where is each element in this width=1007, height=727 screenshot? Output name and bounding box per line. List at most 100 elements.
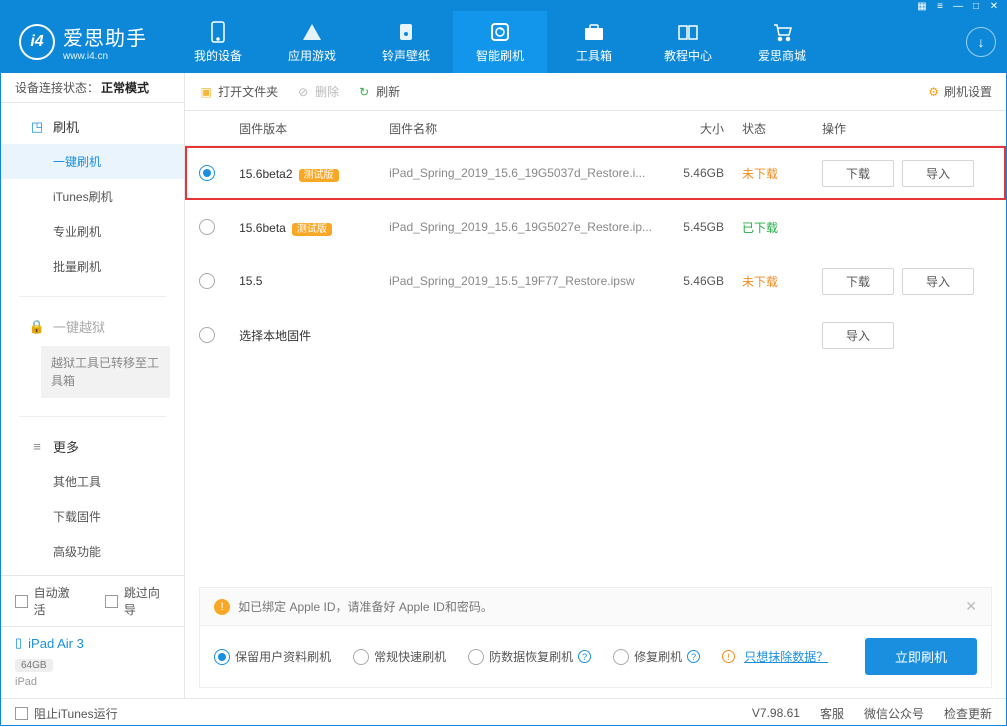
- cell-version: 15.6beta2测试版: [239, 166, 389, 181]
- flash-now-button[interactable]: 立即刷机: [865, 638, 977, 675]
- skip-wizard-label: 跳过向导: [124, 584, 170, 618]
- radio-normal-fast[interactable]: [353, 649, 369, 665]
- sidebar-head-flash[interactable]: ◳ 刷机: [1, 109, 184, 144]
- block-itunes-label: 阻止iTunes运行: [34, 705, 118, 722]
- update-link[interactable]: 检查更新: [944, 705, 992, 722]
- op-button[interactable]: 导入: [822, 322, 894, 349]
- op-button[interactable]: 下载: [822, 268, 894, 295]
- op-button[interactable]: 下载: [822, 160, 894, 187]
- service-link[interactable]: 客服: [820, 705, 844, 722]
- sidebar: 设备连接状态： 正常模式 ◳ 刷机 一键刷机 iTunes刷机 专业刷机 批量刷…: [1, 73, 185, 698]
- nav-tutorials[interactable]: 教程中心: [641, 11, 735, 73]
- table-row[interactable]: 15.5iPad_Spring_2019_15.5_19F77_Restore.…: [185, 254, 1006, 308]
- cell-size: 5.45GB: [652, 220, 742, 234]
- opt-anti-recovery[interactable]: 防数据恢复刷机 ?: [468, 648, 591, 665]
- th-size: 大小: [652, 120, 742, 137]
- cell-filename: iPad_Spring_2019_15.5_19F77_Restore.ipsw: [389, 274, 635, 288]
- sidebar-item-other-tools[interactable]: 其他工具: [1, 464, 184, 499]
- table-row[interactable]: 选择本地固件导入: [185, 308, 1006, 362]
- opt-keep-data[interactable]: 保留用户资料刷机: [214, 648, 331, 665]
- th-name: 固件名称: [389, 120, 652, 137]
- cell-status: 已下载: [742, 219, 822, 236]
- sidebar-item-batch-flash[interactable]: 批量刷机: [1, 249, 184, 284]
- cell-filename: iPad_Spring_2019_15.6_19G5027e_Restore.i…: [389, 220, 652, 234]
- logo-icon: i4: [19, 24, 55, 60]
- table-row[interactable]: 15.6beta测试版iPad_Spring_2019_15.6_19G5027…: [185, 200, 1006, 254]
- connection-status: 设备连接状态： 正常模式: [1, 73, 184, 103]
- sidebar-head-jailbreak: 🔒 一键越狱: [1, 309, 184, 344]
- nav-toolbox[interactable]: 工具箱: [547, 11, 641, 73]
- nav-store[interactable]: 爱思商城: [735, 11, 829, 73]
- row-radio[interactable]: [199, 327, 215, 343]
- sidebar-item-pro-flash[interactable]: 专业刷机: [1, 214, 184, 249]
- footer: 阻止iTunes运行 V7.98.61 客服 微信公众号 检查更新: [1, 698, 1006, 727]
- close-icon[interactable]: ✕: [988, 0, 1000, 12]
- block-itunes-checkbox[interactable]: [15, 707, 28, 720]
- open-folder-button[interactable]: ▣ 打开文件夹: [199, 83, 278, 100]
- download-manager-icon[interactable]: ↓: [966, 27, 996, 57]
- op-button[interactable]: 导入: [902, 268, 974, 295]
- device-name: iPad Air 3: [28, 636, 84, 651]
- nav-apps[interactable]: 应用游戏: [265, 11, 359, 73]
- row-radio[interactable]: [199, 165, 215, 181]
- th-status: 状态: [742, 120, 822, 137]
- sidebar-bottom: 自动激活 跳过向导 ▯ iPad Air 3 64GB iPad: [1, 575, 184, 698]
- th-ops: 操作: [822, 120, 992, 137]
- sidebar-item-itunes-flash[interactable]: iTunes刷机: [1, 179, 184, 214]
- lock-icon: 🔒: [29, 319, 45, 335]
- opt-repair[interactable]: 修复刷机 ?: [613, 648, 700, 665]
- erase-only[interactable]: ! 只想抹除数据？: [722, 648, 828, 665]
- radio-anti-recovery[interactable]: [468, 649, 484, 665]
- toolbox-icon: [583, 21, 605, 43]
- device-tablet-icon: ▯: [15, 635, 22, 651]
- flash-settings-button[interactable]: ⚙ 刷机设置: [928, 83, 992, 100]
- cell-version: 15.5: [239, 274, 389, 288]
- warning-icon: !: [214, 599, 230, 615]
- sidebar-item-download-fw[interactable]: 下载固件: [1, 499, 184, 534]
- cell-filename: iPad_Spring_2019_15.6_19G5037d_Restore.i…: [389, 166, 645, 180]
- flash-small-icon: ◳: [29, 119, 45, 135]
- delete-button[interactable]: ⊘ 删除: [296, 83, 339, 100]
- cart-icon: [771, 21, 793, 43]
- toolbar: ▣ 打开文件夹 ⊘ 删除 ↻ 刷新 ⚙ 刷机设置: [185, 73, 1006, 111]
- auto-activate-checkbox[interactable]: [15, 595, 28, 608]
- device-block[interactable]: ▯ iPad Air 3 64GB iPad: [1, 626, 184, 698]
- sidebar-item-onekey-flash[interactable]: 一键刷机: [1, 144, 184, 179]
- help-icon[interactable]: ?: [687, 650, 700, 663]
- maximize-icon[interactable]: □: [970, 0, 982, 12]
- refresh-button[interactable]: ↻ 刷新: [357, 83, 400, 100]
- flash-icon: [489, 21, 511, 43]
- music-icon: [395, 21, 417, 43]
- nav-ringtones[interactable]: 铃声壁纸: [359, 11, 453, 73]
- wechat-link[interactable]: 微信公众号: [864, 705, 924, 722]
- erase-link[interactable]: 只想抹除数据？: [744, 648, 828, 665]
- opt-normal-fast[interactable]: 常规快速刷机: [353, 648, 446, 665]
- more-icon: ≡: [29, 439, 45, 455]
- sidebar-item-advanced[interactable]: 高级功能: [1, 534, 184, 569]
- app-title: 爱思助手: [63, 22, 147, 51]
- row-radio[interactable]: [199, 273, 215, 289]
- beta-badge: 测试版: [299, 169, 339, 182]
- alert-close-icon[interactable]: ✕: [965, 598, 977, 615]
- table-row[interactable]: 15.6beta2测试版iPad_Spring_2019_15.6_19G503…: [185, 146, 1006, 200]
- titlebar: ▦ ≡ — □ ✕: [1, 1, 1006, 11]
- skip-wizard-checkbox[interactable]: [105, 595, 118, 608]
- alert-text: 如已绑定 Apple ID，请准备好 Apple ID和密码。: [238, 598, 493, 615]
- sidebar-head-more[interactable]: ≡ 更多: [1, 429, 184, 464]
- apple-id-alert: ! 如已绑定 Apple ID，请准备好 Apple ID和密码。 ✕: [199, 587, 992, 626]
- row-radio[interactable]: [199, 219, 215, 235]
- device-icon: [207, 21, 229, 43]
- info-icon[interactable]: !: [722, 650, 735, 663]
- cell-size: 5.46GB: [652, 274, 742, 288]
- app-url: www.i4.cn: [63, 51, 147, 62]
- book-icon: [677, 21, 699, 43]
- gear-icon: ⚙: [928, 85, 939, 99]
- jailbreak-note: 越狱工具已转移至工具箱: [41, 346, 170, 398]
- radio-repair[interactable]: [613, 649, 629, 665]
- nav-my-device[interactable]: 我的设备: [171, 11, 265, 73]
- radio-keep-data[interactable]: [214, 649, 230, 665]
- help-icon[interactable]: ?: [578, 650, 591, 663]
- nav-flash[interactable]: 智能刷机: [453, 11, 547, 73]
- op-button[interactable]: 导入: [902, 160, 974, 187]
- separator: [19, 296, 166, 297]
